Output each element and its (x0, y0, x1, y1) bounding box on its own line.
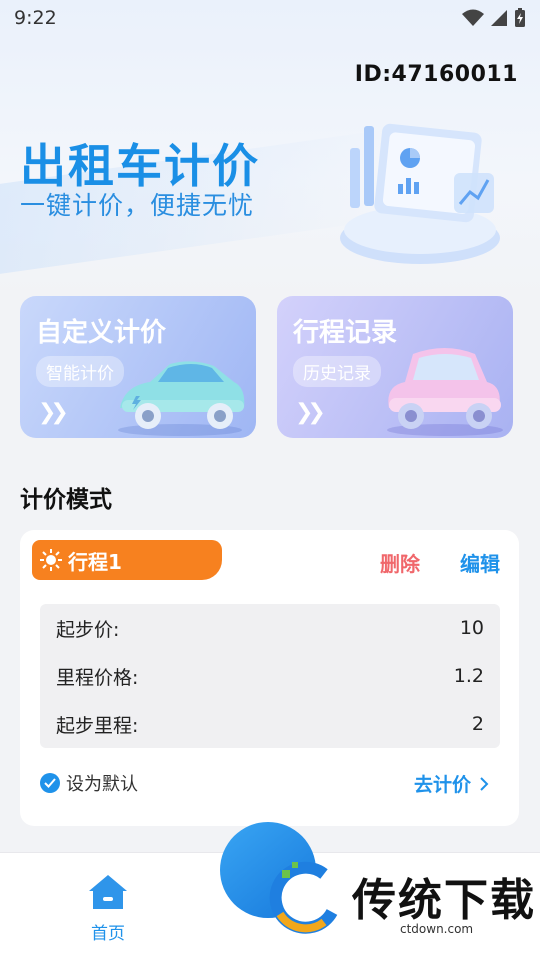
status-time: 9:22 (14, 7, 57, 29)
trip-records-card[interactable]: 行程记录 历史记录 ❯❯ (277, 296, 513, 438)
battery-icon (515, 8, 525, 27)
check-circle-icon (40, 773, 60, 793)
go-calculate-label: 去计价 (414, 774, 472, 796)
home-icon (89, 875, 127, 909)
set-default-label: 设为默认 (66, 774, 138, 795)
row-value: 1.2 (453, 665, 484, 687)
pricing-row-base-distance: 起步里程: 2 (40, 700, 500, 748)
pink-car-illustration (387, 348, 503, 436)
pricing-details: 起步价: 10 里程价格: 1.2 起步里程: 2 (40, 604, 500, 748)
tab-home-label: 首页 (91, 924, 125, 944)
row-label: 起步价: (56, 618, 120, 641)
row-value: 10 (459, 617, 484, 639)
double-chevron-right-icon: ❯❯ (38, 400, 69, 425)
custom-pricing-card[interactable]: 自定义计价 智能计价 ❯❯ (20, 296, 256, 438)
hero-subtitle: 一键计价，便捷无忧 (20, 191, 255, 220)
pricing-row-base-fare: 起步价: 10 (40, 604, 500, 652)
watermark-text: 传统下载 (352, 875, 536, 926)
edit-button[interactable]: 编辑 (460, 548, 500, 577)
clipboard-chart-illustration (340, 123, 500, 264)
pricing-mode-card: 行程1 删除 编辑 起步价: 10 里程价格: 1.2 起步里程: 2 设为默认… (20, 530, 519, 826)
trip-records-tag: 历史记录 (293, 356, 381, 387)
trip-name: 行程1 (68, 549, 122, 574)
signal-icon (491, 10, 507, 26)
delete-button[interactable]: 删除 (380, 548, 420, 577)
status-icons (462, 8, 526, 28)
chevron-right-icon (480, 776, 489, 791)
wifi-icon (462, 9, 484, 26)
user-id: ID:47160011 (354, 62, 518, 87)
go-calculate-button[interactable]: 去计价 (414, 770, 489, 797)
double-chevron-right-icon: ❯❯ (295, 400, 326, 425)
status-bar: 9:22 (0, 0, 540, 36)
section-title: 计价模式 (20, 487, 112, 513)
row-label: 里程价格: (56, 666, 139, 689)
electric-car-illustration (118, 361, 245, 436)
tab-home[interactable]: 首页 (70, 873, 146, 944)
set-default-toggle[interactable]: 设为默认 (40, 770, 138, 796)
row-label: 起步里程: (56, 714, 139, 737)
row-value: 2 (471, 713, 484, 735)
watermark-url: ctdown.com (400, 922, 474, 936)
sun-icon (40, 549, 62, 571)
pricing-row-per-km: 里程价格: 1.2 (40, 652, 500, 700)
trip-name-tag: 行程1 (32, 540, 222, 580)
